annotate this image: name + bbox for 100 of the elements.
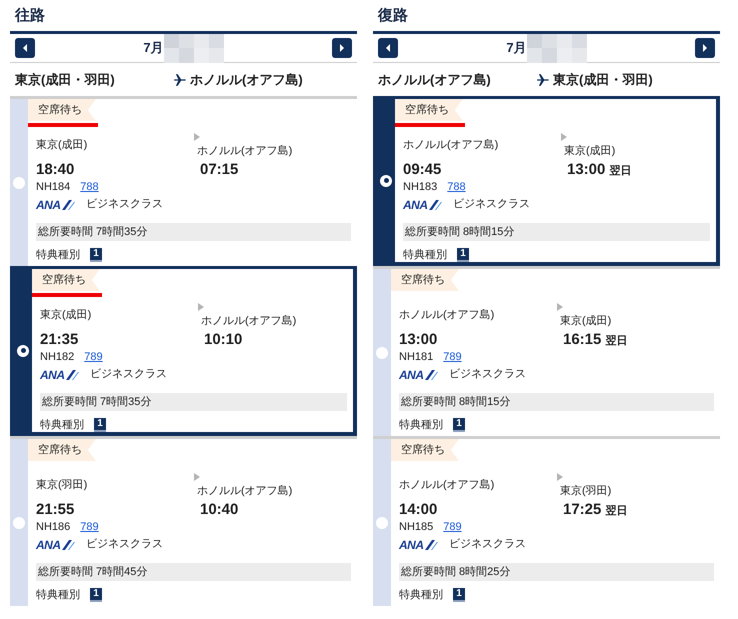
cabin-class: ビジネスクラス: [86, 197, 163, 212]
aircraft-link[interactable]: 788: [80, 179, 99, 196]
next-arrow-icon: [702, 44, 708, 52]
date-label: 7月: [143, 39, 164, 58]
section-title: 往路: [14, 6, 46, 26]
award-type-label: 特典種別: [36, 588, 80, 602]
departure-time: 18:40: [36, 160, 76, 180]
redaction-mosaic: [526, 34, 587, 62]
redaction-mosaic: [164, 34, 224, 62]
departure-city: ホノルル(オアフ島): [399, 478, 496, 493]
airline-logo: ANA: [399, 366, 449, 384]
arrival-time: 07:15: [200, 160, 238, 180]
aircraft-link[interactable]: 789: [443, 349, 462, 366]
arrival-time: 10:10: [204, 330, 242, 350]
aircraft-link[interactable]: 788: [447, 179, 466, 196]
departure-time: 21:55: [36, 500, 76, 520]
flight-card-selected[interactable]: 空席待ち ホノルル(オアフ島) 東京(成田) 09:45 13:00 翌日 NH183 788 ANA ビジネスクラス 総所要時間 8時間15分 特典種別 1: [373, 96, 720, 266]
duration-bar: 総所要時間 7時間45分: [36, 562, 351, 580]
arrival-city: 東京(羽田): [560, 484, 612, 499]
airline-logo: ANA: [403, 196, 453, 214]
plane-icon: [173, 72, 187, 86]
next-button[interactable]: [694, 38, 715, 58]
date-label: 7月: [506, 39, 527, 58]
departure-time: 09:45: [403, 160, 442, 180]
departure-city: 東京(成田): [36, 138, 88, 153]
award-type-label: 特典種別: [36, 248, 80, 262]
duration-bar: 総所要時間 8時間25分: [399, 562, 714, 580]
duration-bar: 総所要時間 8時間15分: [403, 222, 710, 240]
previous-button[interactable]: [378, 38, 398, 58]
flight-number: NH183: [403, 180, 438, 196]
arrow-icon: [198, 303, 204, 311]
award-type-badge: 1: [90, 588, 102, 602]
aircraft-link[interactable]: 789: [80, 519, 99, 536]
arrow-icon: [557, 473, 563, 481]
flight-number: NH181: [399, 350, 434, 366]
aircraft-link[interactable]: 789: [84, 349, 103, 366]
award-type-label: 特典種別: [403, 248, 447, 262]
origin-label: ホノルル(オアフ島): [378, 70, 492, 89]
previous-arrow-icon: [22, 44, 28, 52]
radio-button[interactable]: [17, 344, 29, 356]
arrival-city: 東京(成田): [560, 314, 612, 329]
flight-card-selected[interactable]: 空席待ち 東京(成田) ホノルル(オアフ島) 21:35 10:10 NH182 789 ANA ビジネスクラス 総所要時間 7時間35分 特典種別 1: [10, 266, 357, 436]
radio-button[interactable]: [376, 346, 388, 358]
award-type-badge: 1: [90, 248, 102, 262]
next-day-label: 翌日: [609, 164, 632, 178]
radio-button[interactable]: [13, 176, 25, 188]
cabin-class: ビジネスクラス: [90, 367, 167, 382]
radio-button[interactable]: [376, 516, 388, 528]
award-type-badge: 1: [457, 248, 469, 262]
status-badge: 空席待ち: [28, 439, 96, 461]
flight-number: NH184: [36, 180, 70, 196]
flight-number: NH185: [399, 520, 434, 536]
aircraft-link[interactable]: 789: [443, 519, 462, 536]
previous-button[interactable]: [15, 38, 35, 58]
next-button[interactable]: [332, 38, 352, 58]
award-type-badge: 1: [94, 418, 106, 432]
radio-button[interactable]: [380, 174, 392, 186]
flight-number: NH186: [36, 520, 70, 536]
flight-card[interactable]: 空席待ち ホノルル(オアフ島) 東京(羽田) 14:00 17:25 翌日 NH185 789 ANA ビジネスクラス 総所要時間 8時間25分 特典種別 1: [373, 436, 720, 606]
departure-city: 東京(成田): [40, 308, 92, 323]
flight-card[interactable]: 空席待ち 東京(成田) ホノルル(オアフ島) 18:40 07:15 NH184 788 ANA ビジネスクラス 総所要時間 7時間35分 特典種別 1: [10, 96, 357, 266]
next-day-label: 翌日: [605, 334, 628, 348]
departure-time: 13:00: [399, 330, 438, 350]
flight-number: NH182: [40, 350, 74, 366]
arrival-time: 17:25: [563, 500, 602, 520]
arrival-city: ホノルル(オアフ島): [197, 484, 294, 499]
previous-arrow-icon: [385, 44, 391, 52]
departure-city: ホノルル(オアフ島): [403, 138, 500, 153]
arrow-icon: [561, 133, 567, 141]
award-type-label: 特典種別: [399, 588, 443, 602]
departure-city: 東京(羽田): [36, 478, 88, 493]
award-type-label: 特典種別: [40, 418, 84, 432]
duration-bar: 総所要時間 7時間35分: [40, 392, 347, 410]
award-type-badge: 1: [453, 418, 465, 432]
radio-button[interactable]: [13, 516, 25, 528]
destination-label: ホノルル(オアフ島): [190, 70, 303, 89]
airline-logo: ANA: [36, 196, 86, 214]
arrival-time: 16:15: [563, 330, 602, 350]
cabin-class: ビジネスクラス: [449, 537, 526, 552]
cabin-class: ビジネスクラス: [453, 197, 530, 212]
departure-city: ホノルル(オアフ島): [399, 308, 496, 323]
award-type-label: 特典種別: [399, 418, 443, 432]
status-badge: 空席待ち: [391, 269, 459, 291]
airline-logo: ANA: [36, 536, 86, 554]
arrow-icon: [194, 133, 200, 141]
flight-card[interactable]: 空席待ち ホノルル(オアフ島) 東京(成田) 13:00 16:15 翌日 NH181 789 ANA ビジネスクラス 総所要時間 8時間15分 特典種別 1: [373, 266, 720, 436]
duration-bar: 総所要時間 7時間35分: [36, 222, 351, 240]
cabin-class: ビジネスクラス: [86, 537, 163, 552]
arrival-time: 10:40: [200, 500, 238, 520]
airline-logo: ANA: [399, 536, 449, 554]
cabin-class: ビジネスクラス: [449, 367, 526, 382]
arrival-time: 13:00: [567, 160, 606, 180]
duration-bar: 総所要時間 8時間15分: [399, 392, 714, 410]
destination-label: 東京(成田・羽田): [553, 70, 653, 89]
arrival-city: ホノルル(オアフ島): [197, 144, 294, 159]
status-badge: 空席待ち: [395, 99, 463, 121]
flight-card[interactable]: 空席待ち 東京(羽田) ホノルル(オアフ島) 21:55 10:40 NH186 789 ANA ビジネスクラス 総所要時間 7時間45分 特典種別 1: [10, 436, 357, 606]
origin-label: 東京(成田・羽田): [15, 70, 116, 89]
arrow-icon: [194, 473, 200, 481]
status-badge: 空席待ち: [391, 439, 459, 461]
